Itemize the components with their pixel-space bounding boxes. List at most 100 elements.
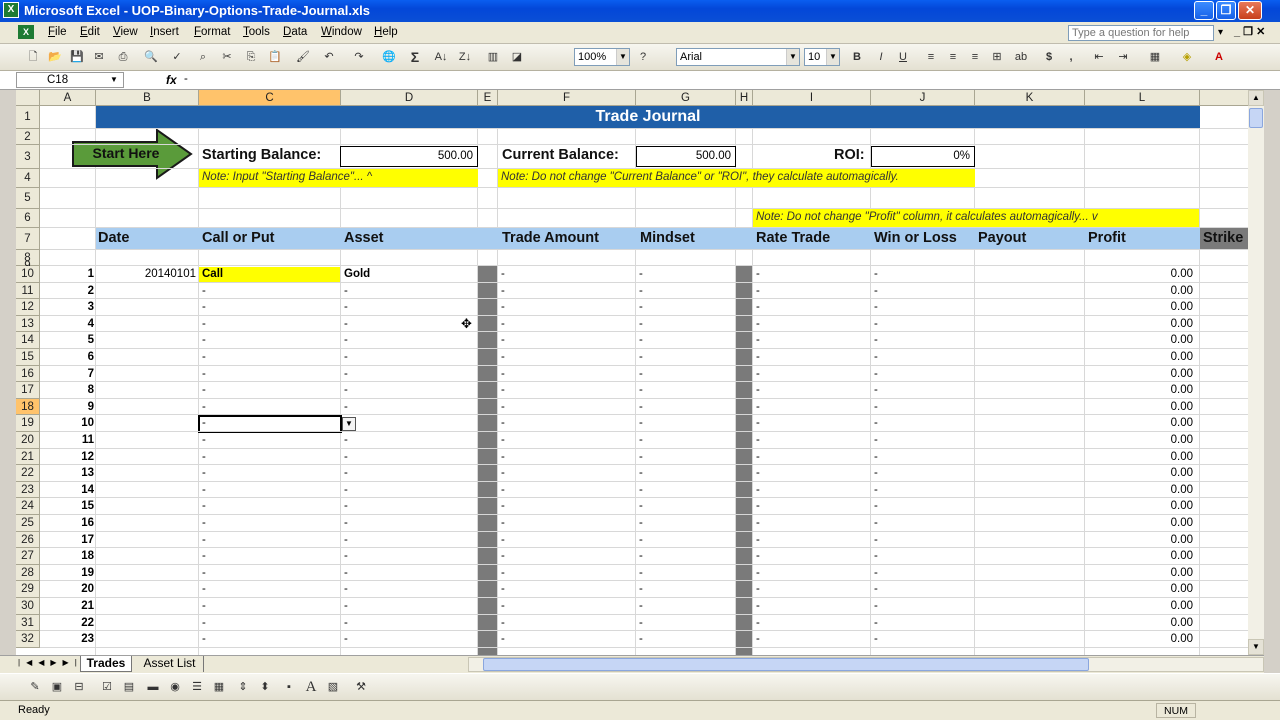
column-header-d[interactable]: D [341, 90, 478, 106]
column-header-b[interactable]: B [96, 90, 199, 106]
mindset-cell[interactable]: - [636, 616, 735, 631]
profit-cell[interactable]: 0.00 [1085, 616, 1193, 631]
profit-cell[interactable]: 0.00 [1085, 533, 1193, 548]
call-or-put-cell[interactable]: - [199, 450, 340, 465]
win-or-loss-cell[interactable]: - [871, 400, 974, 415]
row-header[interactable]: 12 [16, 299, 40, 316]
insert-function-icon[interactable]: fx [166, 73, 177, 87]
trade-number-cell[interactable]: 8 [40, 383, 94, 398]
decrease-indent-icon[interactable]: ⇤ [1090, 48, 1108, 66]
column-header-l[interactable]: L [1085, 90, 1200, 106]
menu-view[interactable]: View [113, 26, 138, 38]
profit-cell[interactable]: 0.00 [1085, 284, 1193, 299]
trade-number-cell[interactable]: 17 [40, 533, 94, 548]
mindset-cell[interactable]: - [636, 300, 735, 315]
rate-trade-cell[interactable]: - [753, 267, 870, 282]
rate-trade-cell[interactable]: - [753, 599, 870, 614]
call-or-put-cell[interactable]: - [199, 566, 340, 581]
sort-ascending-icon[interactable]: A↓ [432, 48, 450, 66]
font-size-select[interactable]: 10 ▼ [804, 48, 840, 66]
currency-icon[interactable]: $ [1040, 48, 1058, 66]
italic-icon[interactable]: I [872, 48, 890, 66]
trade-number-cell[interactable]: 19 [40, 566, 94, 581]
trade-amount-cell[interactable]: - [498, 317, 635, 332]
rate-trade-cell[interactable]: - [753, 616, 870, 631]
win-or-loss-cell[interactable]: - [871, 566, 974, 581]
trade-date-cell[interactable] [96, 450, 196, 465]
trade-amount-cell[interactable]: - [498, 499, 635, 514]
spreadsheet-grid[interactable]: A B C D E F G H I J K L Trade Journal St… [16, 90, 1248, 655]
call-or-put-cell[interactable]: - [199, 383, 340, 398]
asset-cell[interactable]: - [341, 599, 477, 614]
merge-center-icon[interactable]: ⊞ [988, 48, 1006, 66]
trade-amount-cell[interactable]: - [498, 350, 635, 365]
row-header[interactable]: 6 [16, 209, 40, 228]
profit-cell[interactable]: 0.00 [1085, 582, 1193, 597]
column-header-m[interactable] [1200, 90, 1248, 106]
profit-cell[interactable]: 0.00 [1085, 466, 1193, 481]
call-or-put-cell[interactable]: - [199, 616, 340, 631]
trade-amount-cell[interactable]: - [498, 632, 635, 647]
row-header[interactable]: 18 [16, 398, 40, 416]
row-header[interactable]: 7 [16, 228, 40, 250]
call-or-put-cell[interactable]: - [199, 499, 340, 514]
mindset-cell[interactable]: - [636, 516, 735, 531]
rate-trade-cell[interactable]: - [753, 466, 870, 481]
chart-wizard-icon[interactable]: ▥ [484, 48, 502, 66]
win-or-loss-cell[interactable]: - [871, 499, 974, 514]
win-or-loss-cell[interactable]: - [871, 483, 974, 498]
print-icon[interactable]: ⎙ [114, 48, 132, 66]
listbox-icon[interactable]: ☰ [188, 678, 206, 696]
spelling-icon[interactable]: ✓ [168, 48, 186, 66]
trade-number-cell[interactable]: 23 [40, 632, 94, 647]
mindset-cell[interactable]: - [636, 333, 735, 348]
row-header[interactable]: 16 [16, 365, 40, 383]
chevron-down-icon[interactable]: ▼ [342, 417, 356, 431]
row-header[interactable]: 2 [16, 129, 40, 145]
trade-number-cell[interactable]: 20 [40, 582, 94, 597]
formula-input[interactable]: - [184, 73, 188, 85]
win-or-loss-cell[interactable]: - [871, 516, 974, 531]
mindset-cell[interactable]: - [636, 549, 735, 564]
text-icon[interactable]: A [302, 678, 320, 696]
rate-trade-cell[interactable]: - [753, 317, 870, 332]
trade-number-cell[interactable]: 6 [40, 350, 94, 365]
font-color-icon[interactable]: A [1210, 48, 1228, 66]
row-header[interactable]: 5 [16, 188, 40, 209]
trade-date-cell[interactable] [96, 483, 196, 498]
trade-date-cell[interactable] [96, 317, 196, 332]
trade-amount-cell[interactable]: - [498, 284, 635, 299]
asset-cell[interactable]: - [341, 367, 477, 382]
trade-date-cell[interactable] [96, 300, 196, 315]
trade-amount-cell[interactable]: - [498, 333, 635, 348]
row-header[interactable]: 25 [16, 515, 40, 532]
rate-trade-cell[interactable]: - [753, 499, 870, 514]
image-icon[interactable]: ▧ [324, 678, 342, 696]
trade-number-cell[interactable]: 18 [40, 549, 94, 564]
close-button[interactable]: ✕ [1238, 1, 1262, 20]
row-header[interactable]: 10 [16, 266, 40, 283]
rate-trade-cell[interactable]: - [753, 400, 870, 415]
trade-date-cell[interactable] [96, 516, 196, 531]
mindset-cell[interactable]: - [636, 466, 735, 481]
menu-insert[interactable]: Insert [150, 26, 179, 38]
column-header-f[interactable]: F [498, 90, 636, 106]
row-header[interactable]: 26 [16, 531, 40, 549]
form-icon[interactable]: ▣ [48, 678, 66, 696]
call-or-put-cell[interactable]: - [199, 466, 340, 481]
call-or-put-cell[interactable]: - [199, 582, 340, 597]
hyperlink-icon[interactable]: 🌐 [380, 48, 398, 66]
trade-number-cell[interactable]: 12 [40, 450, 94, 465]
asset-cell[interactable]: - [341, 533, 477, 548]
call-or-put-cell[interactable]: - [199, 483, 340, 498]
trade-amount-cell[interactable]: - [498, 367, 635, 382]
trade-number-cell[interactable]: 14 [40, 483, 94, 498]
increase-indent-icon[interactable]: ⇥ [1114, 48, 1132, 66]
checkbox-icon[interactable]: ☑ [98, 678, 116, 696]
row-header[interactable]: 3 [16, 145, 40, 169]
mindset-cell[interactable]: - [636, 416, 735, 431]
rate-trade-cell[interactable]: - [753, 367, 870, 382]
rate-trade-cell[interactable]: - [753, 416, 870, 431]
mindset-cell[interactable]: - [636, 400, 735, 415]
trade-amount-cell[interactable]: - [498, 300, 635, 315]
